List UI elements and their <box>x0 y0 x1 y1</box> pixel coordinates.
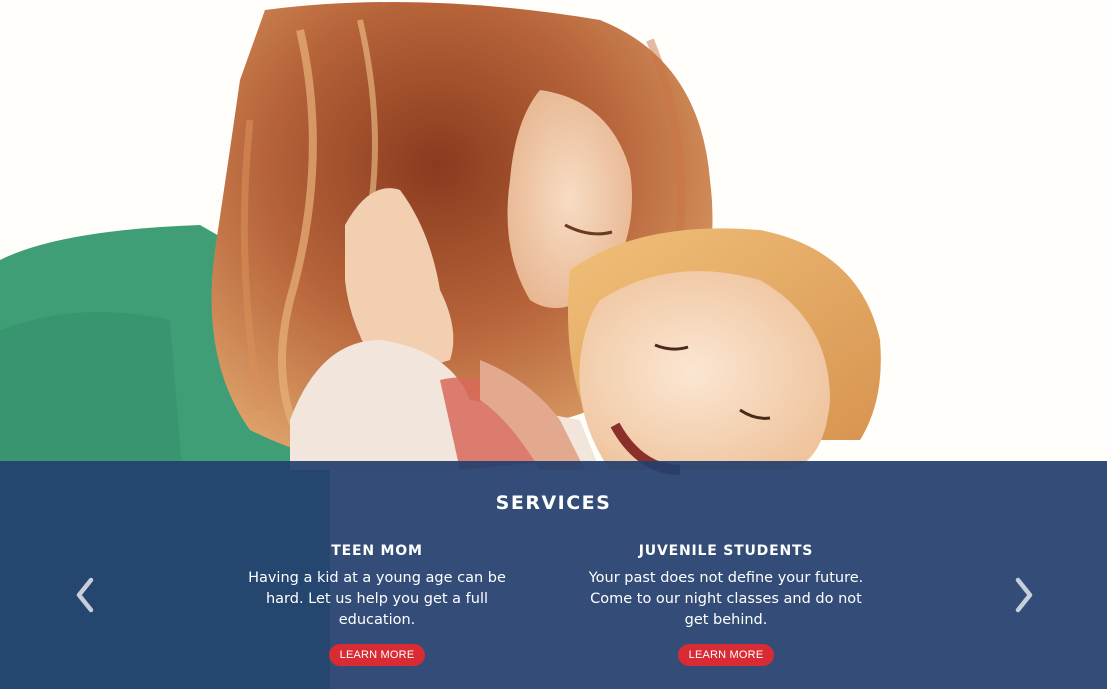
services-title: SERVICES <box>495 492 612 514</box>
learn-more-button[interactable]: LEARN MORE <box>677 644 775 666</box>
chevron-left-icon <box>76 577 94 613</box>
services-section: SERVICES TEEN MOM Having a kid at a youn… <box>0 461 1107 689</box>
learn-more-button[interactable]: LEARN MORE <box>328 644 426 666</box>
service-description: Your past does not define your future. C… <box>588 570 864 628</box>
service-title: TEEN MOM <box>331 543 423 559</box>
service-description: Having a kid at a young age can be hard.… <box>248 570 506 628</box>
carousel-prev-button[interactable] <box>70 575 100 615</box>
service-title: JUVENILE STUDENTS <box>638 543 814 559</box>
service-card-teen-mom: TEEN MOM Having a kid at a young age can… <box>227 543 527 666</box>
chevron-right-icon <box>1015 577 1033 613</box>
service-card-juvenile-students: JUVENILE STUDENTS Your past does not def… <box>576 543 876 666</box>
carousel-next-button[interactable] <box>1009 575 1039 615</box>
